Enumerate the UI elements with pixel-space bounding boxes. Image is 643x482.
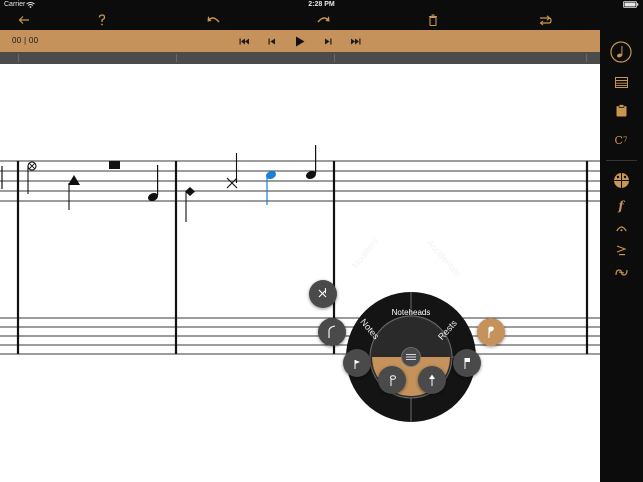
undo-icon[interactable] [203, 11, 223, 29]
score-canvas[interactable] [0, 64, 600, 482]
ruler-tick [18, 54, 19, 62]
measure-ruler[interactable] [0, 52, 600, 64]
fermata-icon[interactable] [605, 216, 637, 240]
measure-2 [185, 145, 317, 222]
square-notehead[interactable] [109, 161, 120, 169]
ruler-tick [334, 54, 335, 62]
time-readout: 00 | 00 [12, 36, 39, 45]
sidebar-divider [606, 160, 637, 161]
slashed-note-icon [390, 375, 396, 386]
step-back-icon[interactable] [264, 33, 280, 49]
battery-icon [623, 1, 639, 10]
clipboard-icon[interactable] [605, 98, 637, 122]
step-forward-icon[interactable] [320, 33, 336, 49]
x-circle-notehead[interactable] [27, 161, 37, 194]
repeat-icon[interactable] [535, 11, 555, 29]
dynamic-symbol: f [618, 199, 624, 213]
help-icon[interactable] [92, 11, 112, 29]
list-icon[interactable] [605, 70, 637, 94]
trash-icon[interactable] [423, 11, 443, 29]
upper-staff [0, 160, 600, 202]
clock: 2:28 PM [308, 1, 335, 8]
flag-note-icon [488, 326, 494, 338]
transport-bar: 00 | 00 [0, 30, 600, 52]
flag-right-note-option[interactable] [453, 349, 481, 377]
quarter-note[interactable] [305, 145, 317, 180]
top-toolbar [0, 10, 600, 30]
stem-only-option[interactable] [318, 318, 346, 346]
slash-stem-icon [328, 325, 336, 338]
flag-note-option[interactable] [343, 349, 371, 377]
play-icon[interactable] [292, 33, 308, 49]
skip-start-icon[interactable] [236, 33, 252, 49]
chord-symbol-button[interactable]: C7 [605, 128, 637, 152]
ruler-tick [586, 54, 587, 62]
noteheads-label: Noteheads [391, 308, 431, 317]
x-notehead-option[interactable] [309, 280, 337, 308]
note-icon[interactable] [605, 40, 637, 64]
app-screen: Carrier 2:28 PM 00 | 00 C 7 f Modifiers … [0, 0, 643, 482]
x-stem-icon [318, 288, 327, 298]
dynamic-symbol-button[interactable]: f [605, 194, 637, 218]
skip-end-icon[interactable] [348, 33, 364, 49]
dial-icon[interactable] [605, 168, 637, 192]
measure-1 [1, 161, 159, 210]
ornament-icon[interactable] [605, 260, 637, 284]
chord-symbol-base: C [614, 133, 623, 147]
selected-note[interactable] [265, 170, 277, 205]
triangle-notehead[interactable] [68, 175, 80, 210]
chord-symbol-sup: 7 [622, 136, 628, 144]
arrow-up-note-icon [429, 374, 435, 386]
arrow-up-note-option[interactable] [418, 366, 446, 394]
accent-icon[interactable] [605, 238, 637, 262]
back-arrow-icon[interactable] [14, 11, 34, 29]
status-bar: Carrier 2:28 PM [0, 0, 643, 10]
slashed-note-option[interactable] [378, 366, 406, 394]
ruler-tick [176, 54, 177, 62]
flag-right-note-icon [464, 358, 470, 369]
diamond-notehead[interactable] [185, 187, 195, 222]
tool-sidebar: C7 f [600, 10, 643, 482]
lower-staff [0, 317, 600, 355]
x-notehead[interactable] [226, 153, 238, 189]
selected-flag-note-option[interactable] [477, 318, 505, 346]
flag-note-icon [354, 360, 360, 369]
redo-icon[interactable] [313, 11, 333, 29]
